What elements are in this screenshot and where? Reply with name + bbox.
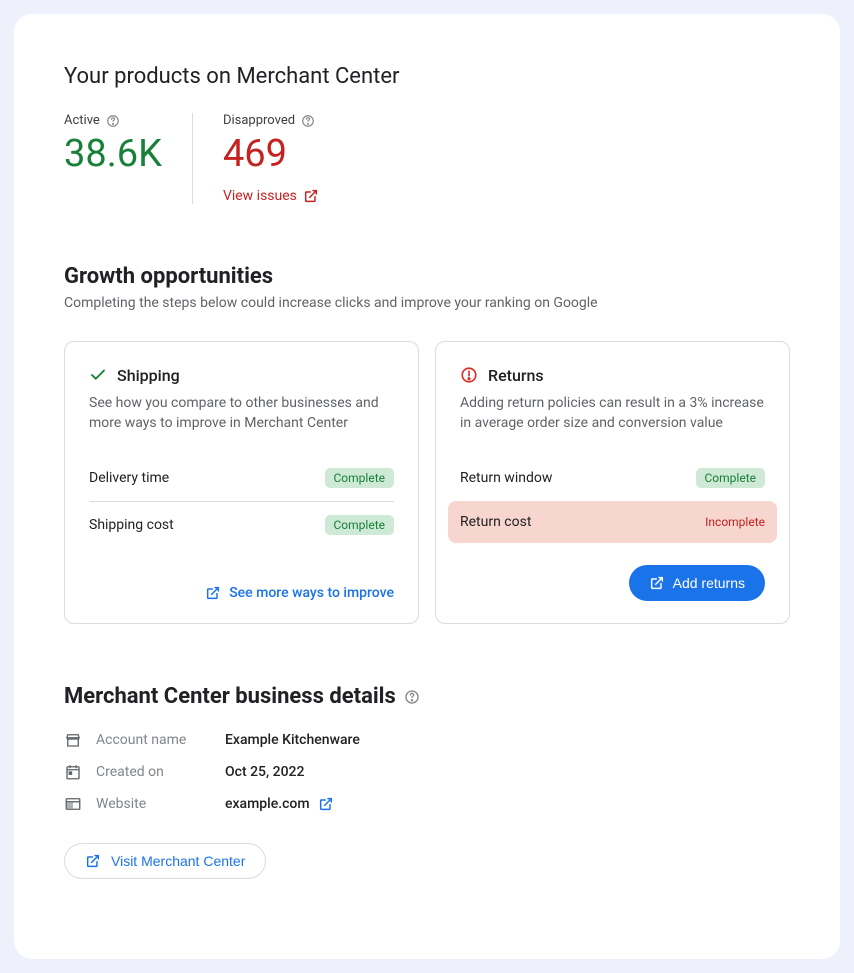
shipping-card: Shipping See how you compare to other bu… <box>64 341 419 625</box>
return-window-label: Return window <box>460 470 552 486</box>
products-section: Your products on Merchant Center Active … <box>64 64 790 204</box>
external-link-icon <box>318 796 334 812</box>
returns-title: Returns <box>488 366 544 385</box>
website-label: Website <box>96 796 211 812</box>
active-value: 38.6K <box>64 132 162 178</box>
external-link-icon <box>649 575 665 591</box>
opportunity-cards: Shipping See how you compare to other bu… <box>64 341 790 625</box>
view-issues-label: View issues <box>223 188 297 204</box>
external-link-icon <box>303 188 319 204</box>
products-title: Your products on Merchant Center <box>64 64 790 89</box>
account-row: Account name Example Kitchenware <box>64 731 790 749</box>
visit-label: Visit Merchant Center <box>111 853 245 869</box>
active-label: Active <box>64 113 100 128</box>
main-card: Your products on Merchant Center Active … <box>14 14 840 959</box>
return-window-row: Return window Complete <box>460 455 765 501</box>
details-title: Merchant Center business details <box>64 684 396 709</box>
growth-title: Growth opportunities <box>64 264 790 289</box>
details-section: Merchant Center business details Account… <box>64 684 790 879</box>
visit-merchant-center-button[interactable]: Visit Merchant Center <box>64 843 266 879</box>
shipping-desc: See how you compare to other businesses … <box>89 393 394 434</box>
help-icon[interactable] <box>404 689 420 705</box>
delivery-time-row: Delivery time Complete <box>89 455 394 502</box>
return-cost-row: Return cost Incomplete <box>448 501 777 543</box>
shipping-cost-row: Shipping cost Complete <box>89 502 394 548</box>
website-row: Website example.com <box>64 795 790 813</box>
return-cost-status: Incomplete <box>705 515 765 529</box>
returns-card: Returns Adding return policies can resul… <box>435 341 790 625</box>
returns-desc: Adding return policies can result in a 3… <box>460 393 765 434</box>
store-icon <box>64 731 82 749</box>
help-icon[interactable] <box>301 114 315 128</box>
view-issues-link[interactable]: View issues <box>223 188 319 204</box>
external-link-icon <box>205 585 221 601</box>
website-text: example.com <box>225 796 310 812</box>
disapproved-label: Disapproved <box>223 113 295 128</box>
stat-active-block: Active 38.6K <box>64 113 192 204</box>
created-row: Created on Oct 25, 2022 <box>64 763 790 781</box>
alert-icon <box>460 366 478 384</box>
check-icon <box>89 366 107 384</box>
return-cost-label: Return cost <box>460 514 531 530</box>
add-returns-button[interactable]: Add returns <box>629 565 765 601</box>
external-link-icon <box>85 853 101 869</box>
created-label: Created on <box>96 764 211 780</box>
shipping-cost-label: Shipping cost <box>89 517 174 533</box>
see-more-link[interactable]: See more ways to improve <box>205 585 394 601</box>
delivery-time-label: Delivery time <box>89 470 169 486</box>
help-icon[interactable] <box>106 114 120 128</box>
disapproved-value: 469 <box>223 132 319 178</box>
created-value: Oct 25, 2022 <box>225 764 304 780</box>
growth-section: Growth opportunities Completing the step… <box>64 264 790 625</box>
account-label: Account name <box>96 732 211 748</box>
shipping-cost-status: Complete <box>325 515 395 535</box>
stat-disapproved-block: Disapproved 469 View issues <box>192 113 349 204</box>
return-window-status: Complete <box>696 468 766 488</box>
add-returns-label: Add returns <box>673 575 745 591</box>
growth-subtitle: Completing the steps below could increas… <box>64 295 790 311</box>
stats-row: Active 38.6K Disapproved 469 View issues <box>64 113 790 204</box>
see-more-label: See more ways to improve <box>229 585 394 601</box>
website-value[interactable]: example.com <box>225 796 334 812</box>
delivery-time-status: Complete <box>325 468 395 488</box>
account-value: Example Kitchenware <box>225 732 360 748</box>
calendar-icon <box>64 763 82 781</box>
website-icon <box>64 795 82 813</box>
shipping-title: Shipping <box>117 366 180 385</box>
details-table: Account name Example Kitchenware Created… <box>64 731 790 813</box>
